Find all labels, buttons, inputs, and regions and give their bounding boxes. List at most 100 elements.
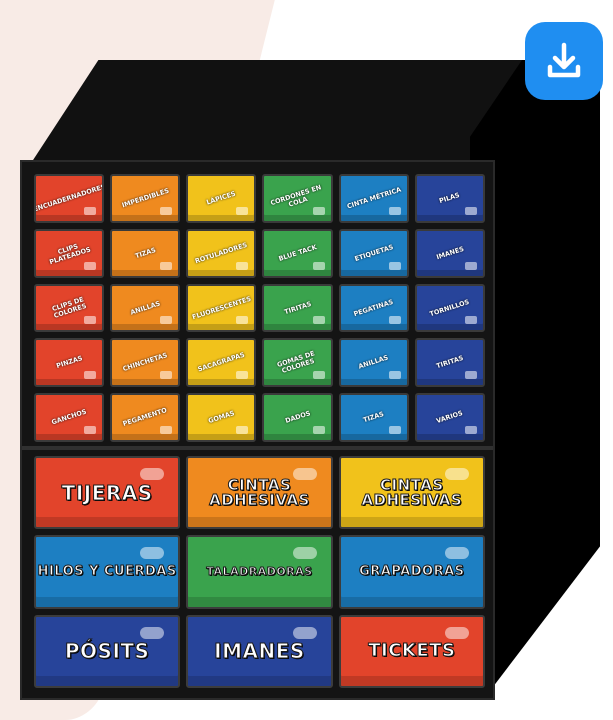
large-drawer[interactable]: PÓSITS xyxy=(34,614,181,688)
large-drawer-label: HILOS Y CUERDAS xyxy=(37,564,177,580)
drawer-illustration xyxy=(464,371,477,380)
small-drawer[interactable]: TIZAS xyxy=(338,393,409,442)
large-drawer[interactable]: IMANES xyxy=(186,614,333,688)
small-drawer-label: ANILLAS xyxy=(129,299,162,317)
drawer-cabinet: ENCUADERNADORES IMPERDIBLES LÁPICES CORDONE… xyxy=(20,160,495,700)
drawer-illustration xyxy=(140,468,165,480)
small-drawer[interactable]: TIRITAS xyxy=(262,283,333,333)
small-drawer[interactable]: CLIPS PLATEADOS xyxy=(34,228,105,278)
drawer-illustration xyxy=(160,316,173,325)
drawer-illustration xyxy=(464,316,477,325)
small-drawer[interactable]: PINZAS xyxy=(34,338,105,388)
drawer-illustration xyxy=(464,425,477,434)
small-drawer-label: TIZAS xyxy=(362,410,385,425)
drawer-illustration xyxy=(292,626,317,639)
large-drawer[interactable]: TICKETS xyxy=(338,614,485,688)
small-drawer[interactable]: IMPERDIBLES xyxy=(110,174,181,223)
small-drawer-label: GOMAS xyxy=(207,409,236,426)
small-drawer[interactable]: BLUE TACK xyxy=(262,228,333,278)
small-drawer[interactable]: SACAGRAPAS xyxy=(186,338,257,388)
small-drawer[interactable]: VARIOS xyxy=(414,393,485,442)
cabinet-divider xyxy=(22,446,493,450)
small-drawer[interactable]: CORDONES EN COLA xyxy=(262,174,333,223)
drawer-illustration xyxy=(236,261,249,270)
drawer-illustration xyxy=(312,316,325,325)
small-drawer[interactable]: ETIQUETAS xyxy=(338,228,409,278)
small-drawer-label: TIZAS xyxy=(133,245,157,260)
drawer-illustration xyxy=(464,206,477,215)
drawer-illustration xyxy=(292,547,317,560)
small-drawer[interactable]: CHINCHETAS xyxy=(110,338,181,388)
small-drawer-label: PINZAS xyxy=(54,354,84,371)
download-button[interactable] xyxy=(525,22,603,100)
small-drawer-label: DADOS xyxy=(283,409,312,426)
drawer-illustration xyxy=(140,547,165,560)
drawer-illustration xyxy=(312,206,325,215)
drawer-illustration xyxy=(140,626,165,639)
large-drawer[interactable]: GRAPADORAS xyxy=(338,535,485,609)
drawer-illustration xyxy=(388,425,401,434)
drawer-illustration xyxy=(444,547,469,560)
drawer-illustration xyxy=(236,206,249,215)
small-drawer[interactable]: TIRITAS xyxy=(414,338,485,388)
large-drawer-grid: TIJERAS CINTAS ADHESIVAS CINTAS ADHESIVAS H… xyxy=(34,456,485,688)
large-drawer-label: TICKETS xyxy=(368,640,456,662)
small-drawer[interactable]: CLIPS DE COLORES xyxy=(34,283,105,333)
drawer-illustration xyxy=(444,626,469,639)
small-drawer-label: VARIOS xyxy=(435,409,464,426)
large-drawer[interactable]: TIJERAS xyxy=(34,456,181,530)
small-drawer[interactable]: IMANES xyxy=(414,228,485,278)
small-drawer-label: PILAS xyxy=(438,190,462,206)
small-drawer[interactable]: PILAS xyxy=(414,174,485,223)
large-drawer-label: TALADRADORAS xyxy=(206,565,313,579)
large-drawer-label: TIJERAS xyxy=(61,480,153,505)
drawer-illustration xyxy=(388,371,401,380)
small-drawer[interactable]: CINTA MÉTRICA xyxy=(338,174,409,223)
drawer-illustration xyxy=(388,206,401,215)
small-drawer[interactable]: ANILLAS xyxy=(338,338,409,388)
large-drawer[interactable]: TALADRADORAS xyxy=(186,535,333,609)
drawer-illustration xyxy=(236,425,249,434)
drawer-illustration xyxy=(160,206,173,215)
small-drawer[interactable]: PEGAMENTO xyxy=(110,393,181,442)
large-drawer-label: CINTAS ADHESIVAS xyxy=(209,475,310,509)
small-drawer-label: TIRITAS xyxy=(282,299,312,316)
drawer-illustration xyxy=(312,371,325,380)
small-drawer[interactable]: LÁPICES xyxy=(186,174,257,223)
small-drawer[interactable]: GOMAS xyxy=(186,393,257,442)
drawer-illustration xyxy=(84,371,97,380)
small-drawer-label: ANILLAS xyxy=(357,353,390,371)
large-drawer-label: GRAPADORAS xyxy=(359,564,465,580)
large-drawer-label: PÓSITS xyxy=(64,639,150,664)
drawer-illustration xyxy=(292,468,317,480)
small-drawer[interactable]: TIZAS xyxy=(110,228,181,278)
small-drawer[interactable]: GANCHOS xyxy=(34,393,105,442)
drawer-illustration xyxy=(444,468,469,480)
small-drawer[interactable]: PEGATINAS xyxy=(338,283,409,333)
small-drawer-label: TIRITAS xyxy=(435,354,465,371)
small-drawer-label: GANCHOS xyxy=(50,407,88,427)
drawer-illustration xyxy=(160,261,173,270)
large-drawer-label: IMANES xyxy=(214,639,305,664)
small-drawer[interactable]: GOMAS DE COLORES xyxy=(262,338,333,388)
small-drawer[interactable]: DADOS xyxy=(262,393,333,442)
drawer-illustration xyxy=(388,261,401,270)
small-drawer[interactable]: TORNILLOS xyxy=(414,283,485,333)
drawer-illustration xyxy=(236,316,249,325)
large-drawer-label: CINTAS ADHESIVAS xyxy=(361,475,463,509)
drawer-illustration xyxy=(160,425,173,434)
small-drawer[interactable]: ANILLAS xyxy=(110,283,181,333)
small-drawer[interactable]: ROTULADORES xyxy=(186,228,257,278)
drawer-illustration xyxy=(464,261,477,270)
small-drawer[interactable]: ENCUADERNADORES xyxy=(34,174,105,223)
download-icon xyxy=(547,42,581,78)
drawer-illustration xyxy=(312,261,325,270)
small-drawer-grid: ENCUADERNADORES IMPERDIBLES LÁPICES CORDONE… xyxy=(34,174,485,442)
drawer-illustration xyxy=(84,206,97,215)
drawer-illustration xyxy=(84,316,97,325)
drawer-illustration xyxy=(388,316,401,325)
small-drawer[interactable]: FLUORESCENTES xyxy=(186,283,257,333)
large-drawer[interactable]: CINTAS ADHESIVAS xyxy=(338,456,485,530)
large-drawer[interactable]: HILOS Y CUERDAS xyxy=(34,535,181,609)
large-drawer[interactable]: CINTAS ADHESIVAS xyxy=(186,456,333,530)
